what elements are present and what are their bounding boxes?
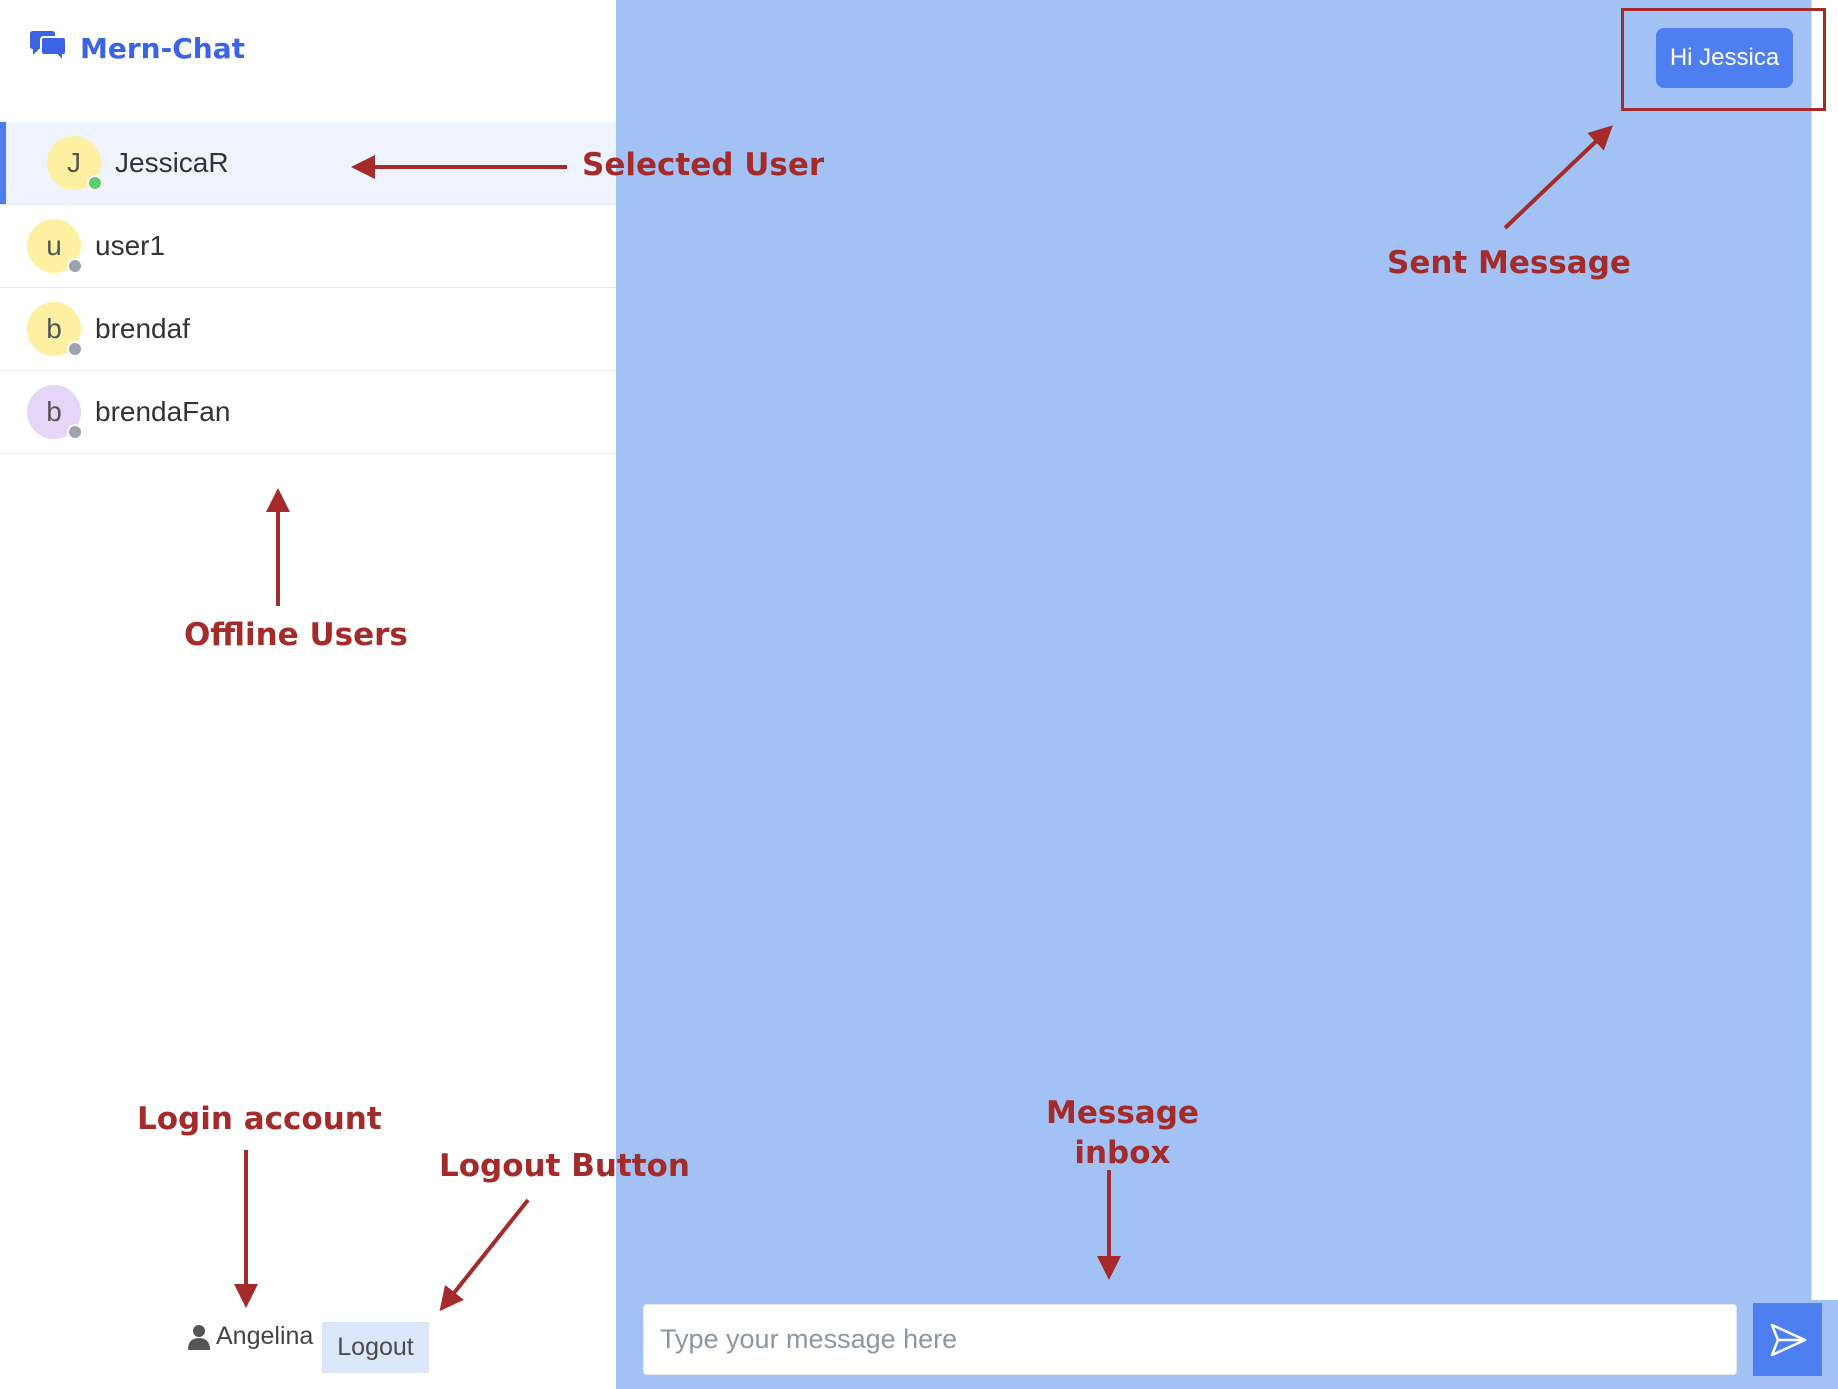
send-icon bbox=[1770, 1323, 1806, 1356]
offline-status-dot bbox=[67, 424, 83, 440]
send-button[interactable] bbox=[1753, 1303, 1822, 1376]
app-logo[interactable]: Mern-Chat bbox=[28, 30, 245, 66]
offline-status-dot bbox=[67, 258, 83, 274]
logout-button[interactable]: Logout bbox=[322, 1322, 429, 1373]
login-account: Angelina bbox=[188, 1322, 313, 1351]
annotation-message-inbox-line1: Message bbox=[1046, 1095, 1199, 1131]
chat-bubbles-icon bbox=[30, 31, 67, 64]
selected-indicator bbox=[0, 122, 6, 204]
annotation-message-inbox: Message inbox bbox=[1046, 1093, 1199, 1173]
scrollbar[interactable] bbox=[1811, 0, 1838, 1300]
annotation-message-inbox-line2: inbox bbox=[1074, 1135, 1171, 1171]
contact-item-brendafan[interactable]: b brendaFan bbox=[0, 371, 616, 454]
avatar-initial: b bbox=[46, 313, 62, 344]
avatar: J bbox=[47, 136, 103, 191]
contact-name: brendaf bbox=[95, 313, 190, 344]
user-icon bbox=[188, 1324, 210, 1350]
offline-status-dot bbox=[67, 341, 83, 357]
annotation-logout-button: Logout Button bbox=[439, 1148, 690, 1184]
account-username: Angelina bbox=[216, 1322, 314, 1350]
annotation-sent-message: Sent Message bbox=[1387, 245, 1631, 281]
contact-item-brendaf[interactable]: b brendaf bbox=[0, 288, 616, 371]
contact-name: brendaFan bbox=[95, 396, 231, 427]
online-status-dot bbox=[87, 175, 103, 191]
contact-name: user1 bbox=[95, 230, 166, 261]
avatar: u bbox=[27, 219, 83, 274]
annotation-selected-user: Selected User bbox=[582, 147, 825, 183]
sent-message-highlight-box bbox=[1621, 8, 1826, 111]
avatar-initial: b bbox=[46, 396, 62, 427]
contact-name: JessicaR bbox=[115, 147, 229, 178]
avatar-initial: u bbox=[46, 230, 62, 261]
message-input[interactable] bbox=[643, 1304, 1737, 1375]
app-title: Mern-Chat bbox=[80, 31, 245, 65]
chat-panel: Hi Jessica bbox=[616, 0, 1838, 1389]
avatar-initial: J bbox=[67, 147, 81, 178]
avatar: b bbox=[27, 385, 83, 440]
annotation-offline-users: Offline Users bbox=[184, 617, 408, 653]
contact-item-user1[interactable]: u user1 bbox=[0, 205, 616, 288]
contact-item-jessicar[interactable]: J JessicaR bbox=[0, 122, 616, 205]
avatar: b bbox=[27, 302, 83, 357]
annotation-login-account: Login account bbox=[137, 1101, 382, 1137]
contact-list: J JessicaR u user1 b brendaf b brendaFan bbox=[0, 122, 616, 454]
